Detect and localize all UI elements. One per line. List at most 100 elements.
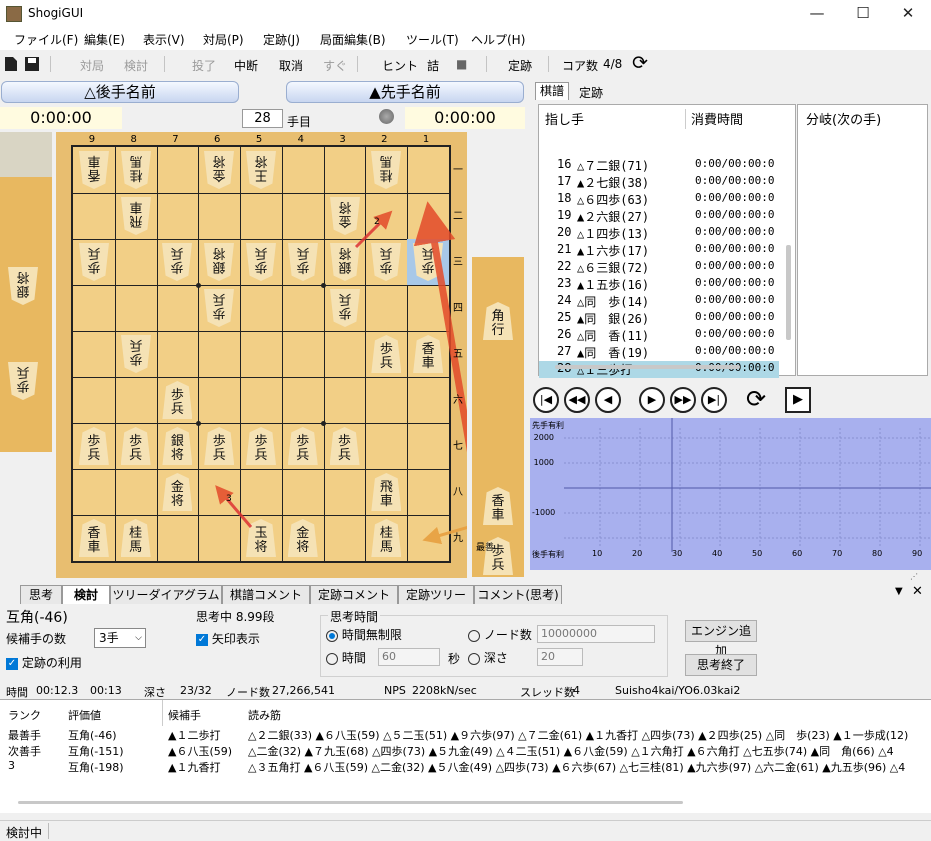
- menu-joseki[interactable]: 定跡(J): [263, 31, 300, 48]
- tab-comment-thinking[interactable]: コメント(思考): [474, 585, 562, 604]
- kifu-row[interactable]: 27 ▲同 香(19) 0:00/00:00:0: [539, 344, 779, 361]
- close-button[interactable]: ✕: [885, 0, 931, 28]
- file-label: 6: [214, 134, 221, 145]
- kifu-row[interactable]: 18 △６四歩(63) 0:00/00:00:0: [539, 191, 779, 208]
- minimize-button[interactable]: —: [794, 0, 840, 28]
- nav-bar: |◀ ◀◀ ◀ ▶ ▶▶ ▶| ⟳ ▶: [533, 384, 931, 418]
- sente-hand-piece[interactable]: 香車: [483, 487, 513, 525]
- last-move-icon[interactable]: ▶|: [701, 387, 727, 413]
- nodes-radio[interactable]: ノード数: [468, 626, 532, 643]
- prev-move-icon[interactable]: ◀: [595, 387, 621, 413]
- arrow-label-3: 3: [226, 494, 232, 504]
- kifu-scrollbar[interactable]: [786, 245, 791, 340]
- move-number: 28: [242, 109, 283, 128]
- prev-ten-icon[interactable]: ◀◀: [564, 387, 590, 413]
- joseki-button[interactable]: 定跡: [508, 57, 532, 74]
- move-suffix: 手目: [287, 115, 312, 129]
- rank-label: 二: [453, 211, 463, 222]
- maximize-button[interactable]: ☐: [840, 0, 886, 28]
- menu-tools[interactable]: ツール(T): [406, 31, 459, 48]
- turn-indicator-icon: [379, 109, 394, 124]
- new-file-icon[interactable]: [4, 56, 18, 72]
- graph-resize-grip[interactable]: ⋰: [910, 572, 918, 581]
- next-ten-icon[interactable]: ▶▶: [670, 387, 696, 413]
- gote-name: △後手名前: [1, 81, 239, 103]
- kifu-row[interactable]: 26 △同 香(11) 0:00/00:00:0: [539, 327, 779, 344]
- hint-button[interactable]: ヒント: [382, 57, 418, 74]
- rank-label: 八: [453, 487, 463, 498]
- next-move-icon[interactable]: ▶: [639, 387, 665, 413]
- joseki-use-checkbox[interactable]: ✓ 定跡の利用: [6, 654, 82, 671]
- mate-button[interactable]: 詰: [427, 57, 439, 74]
- kifu-time: 0:00/00:00:0: [695, 310, 775, 323]
- tab-analysis[interactable]: 検討: [62, 585, 110, 604]
- kifu-time: 0:00/00:00:0: [695, 191, 775, 204]
- menu-file[interactable]: ファイル(F): [14, 31, 78, 48]
- kifu-row[interactable]: 20 △１四歩(13) 0:00/00:00:0: [539, 225, 779, 242]
- col-move: 候補手: [168, 709, 201, 722]
- tab-joseki[interactable]: 定跡: [573, 84, 609, 100]
- taikyoku-button[interactable]: 対局: [80, 57, 104, 74]
- piece-label: 香車: [491, 494, 505, 523]
- depth-input[interactable]: 20: [537, 648, 583, 666]
- first-move-icon[interactable]: |◀: [533, 387, 559, 413]
- eval-graph: 先手有利 後手有利 2000 1000 -1000 10 20 30 40 50 60 70 80 9…: [530, 418, 931, 570]
- unlimited-radio[interactable]: 時間無制限: [326, 626, 402, 643]
- kifu-row[interactable]: 21 ▲１六歩(17) 0:00/00:00:0: [539, 242, 779, 259]
- kifu-time: 0:00/00:00:0: [695, 276, 775, 289]
- stop-thinking-button[interactable]: 思考終了: [685, 654, 757, 676]
- file-label: 9: [88, 134, 96, 145]
- gote-hand-piece[interactable]: 歩兵: [8, 362, 38, 400]
- kifu-row[interactable]: 17 ▲２七銀(38) 0:00/00:00:0: [539, 174, 779, 191]
- sente-hand-piece[interactable]: 角行: [483, 302, 513, 340]
- tab-joseki-tree[interactable]: 定跡ツリー: [398, 585, 474, 604]
- tab-tree-diagram[interactable]: ツリーダイアグラム: [110, 585, 222, 604]
- dropdown-icon[interactable]: ▼: [895, 586, 903, 597]
- gote-hand-piece[interactable]: 銀将: [8, 267, 38, 305]
- kifu-row[interactable]: 28△１三歩打0:00/00:00:0: [539, 361, 779, 378]
- kifu-row[interactable]: 16 △７二銀(71) 0:00/00:00:0: [539, 157, 779, 174]
- refresh-icon[interactable]: ⟳: [632, 52, 648, 74]
- menu-help[interactable]: ヘルプ(H): [471, 31, 525, 48]
- menu-edit[interactable]: 編集(E): [84, 31, 125, 48]
- depth-radio[interactable]: 深さ: [468, 649, 508, 666]
- candidate-row[interactable]: 次善手 互角(-151) ▲６八玉(59) △二金(32) ▲７九玉(68) △四歩(…: [0, 743, 931, 759]
- tab-kifu[interactable]: 棋譜: [535, 82, 569, 100]
- time-radio[interactable]: 時間: [326, 649, 366, 666]
- cands-hscrollbar[interactable]: [18, 801, 683, 804]
- kifu-hscrollbar[interactable]: [555, 365, 740, 369]
- stop-button[interactable]: ■: [456, 57, 467, 71]
- kifu-row[interactable]: 19 ▲２六銀(27) 0:00/00:00:0: [539, 208, 779, 225]
- menu-view[interactable]: 表示(V): [143, 31, 185, 48]
- graph-xtick: 10: [592, 549, 603, 558]
- immediate-button[interactable]: すぐ: [323, 57, 347, 74]
- nodes-input[interactable]: 10000000: [537, 625, 655, 643]
- kifu-row[interactable]: 22 △６三銀(72) 0:00/00:00:0: [539, 259, 779, 276]
- kifu-row[interactable]: 25 ▲同 銀(26) 0:00/00:00:0: [539, 310, 779, 327]
- candidate-row[interactable]: 3 互角(-198) ▲１九香打 △３五角打 ▲６八玉(59) △二金(32) ▲５八…: [0, 759, 931, 775]
- kifu-row[interactable]: 23 ▲１五歩(16) 0:00/00:00:0: [539, 276, 779, 293]
- piece-label: 歩兵: [16, 364, 30, 393]
- kento-button[interactable]: 検討: [124, 57, 148, 74]
- tab-joseki-comment[interactable]: 定跡コメント: [310, 585, 398, 604]
- flip-board-icon[interactable]: ⟳: [746, 384, 766, 414]
- resign-button[interactable]: 投了: [192, 57, 216, 74]
- tab-thinking[interactable]: 思考: [20, 585, 62, 604]
- panel-close-icon[interactable]: ✕: [912, 584, 923, 599]
- undo-button[interactable]: 取消: [279, 57, 303, 74]
- menu-game[interactable]: 対局(P): [203, 31, 244, 48]
- kifu-row[interactable]: 24 △同 歩(14) 0:00/00:00:0: [539, 293, 779, 310]
- kifu-time: 0:00/00:00:0: [695, 327, 775, 340]
- tab-kifu-comment[interactable]: 棋譜コメント: [222, 585, 310, 604]
- rank-label: 六: [453, 395, 463, 406]
- save-icon[interactable]: [24, 56, 40, 72]
- play-icon[interactable]: ▶: [785, 387, 811, 413]
- candidate-row[interactable]: 最善手 互角(-46) ▲１二歩打 △２二銀(33) ▲６八玉(59) △５二玉(51…: [0, 727, 931, 743]
- interrupt-button[interactable]: 中断: [234, 57, 258, 74]
- time-input[interactable]: 60: [378, 648, 440, 666]
- menu-position-edit[interactable]: 局面編集(B): [320, 31, 386, 48]
- add-engine-button[interactable]: エンジン追加: [685, 620, 757, 658]
- cand-count-select[interactable]: 3手 ⌵: [94, 628, 146, 648]
- file-label: 5: [255, 134, 263, 145]
- arrow-display-checkbox[interactable]: ✓ 矢印表示: [196, 630, 260, 647]
